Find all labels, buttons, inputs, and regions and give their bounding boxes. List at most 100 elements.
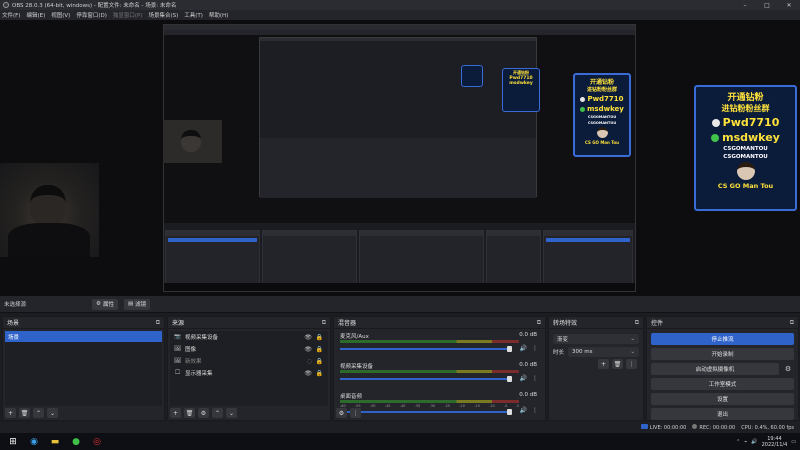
close-button[interactable]: ✕ — [778, 0, 800, 10]
add-transition-button[interactable]: + — [598, 359, 609, 369]
source-item[interactable]: 🖼 图像 👁 🔒 — [170, 343, 328, 355]
undock-icon[interactable]: ⧉ — [156, 319, 160, 327]
move-down-icon[interactable]: ⌄ — [47, 408, 58, 418]
more-icon[interactable]: ⋮ — [626, 359, 637, 369]
volume-icon[interactable]: 🔊 — [751, 439, 757, 445]
lock-icon[interactable]: 🔒 — [316, 346, 323, 353]
promo-wechat: msdwkey — [722, 131, 780, 144]
speaker-icon[interactable]: 🔊 — [520, 345, 527, 352]
audio-settings-icon[interactable]: ⚙ — [336, 408, 347, 418]
menu-view[interactable]: 视图(V) — [51, 11, 70, 19]
webcam-thumbnail — [163, 120, 222, 163]
menu-profile[interactable]: 独显窗口(P) — [113, 11, 143, 19]
menu-file[interactable]: 文件(F) — [2, 11, 20, 19]
window-controls: – □ ✕ — [734, 0, 800, 10]
obs-logo-icon — [3, 2, 9, 8]
promo-qq: Pwd7710 — [722, 116, 780, 129]
promo-card-tiny — [461, 65, 483, 87]
start-virtual-camera-button[interactable]: 启动虚拟摄像机 — [651, 363, 779, 375]
maximize-button[interactable]: □ — [756, 0, 778, 10]
lock-icon[interactable]: 🔒 — [316, 334, 323, 341]
file-explorer-icon[interactable]: ▬ — [47, 435, 63, 449]
move-up-icon[interactable]: ⌃ — [33, 408, 44, 418]
undock-icon[interactable]: ⧉ — [537, 319, 541, 327]
eye-icon[interactable]: 👁 — [304, 334, 312, 341]
edge-browser-icon[interactable]: ◉ — [26, 435, 42, 449]
remove-transition-icon[interactable]: 🗑 — [612, 359, 623, 369]
image-icon: 🖼 — [174, 358, 181, 364]
more-icon[interactable]: ⋮ — [350, 408, 361, 418]
undock-icon[interactable]: ⧉ — [635, 319, 639, 327]
nested-obs-window — [259, 37, 537, 198]
obs-taskbar-icon[interactable]: ◎ — [89, 435, 105, 449]
source-item[interactable]: 🖵 显示器采集 👁 🔒 — [170, 367, 328, 379]
mixer-title: 混音器 — [338, 320, 357, 327]
network-icon[interactable]: ⌁ — [744, 439, 747, 445]
promo-social-1: CSGOMANTOU — [723, 146, 768, 152]
audio-mixer-dock: 混音器 ⧉ 麦克风/Aux 0.0 dB 🔊 ⋮ 视频采集设备 0.0 dB 🔊 … — [333, 316, 546, 421]
monitor-icon: 🖵 — [174, 369, 181, 376]
volume-slider[interactable] — [340, 376, 512, 382]
eye-hidden-icon[interactable]: ◌ — [307, 358, 312, 365]
notification-icon[interactable]: ▭ — [791, 439, 796, 445]
promo-line1: 开通钻粉 — [727, 93, 764, 103]
system-clock[interactable]: 19:44 2022/11/4 — [762, 436, 788, 448]
move-up-icon[interactable]: ⌃ — [212, 408, 223, 418]
move-down-icon[interactable]: ⌄ — [226, 408, 237, 418]
mixer-channels: 麦克风/Aux 0.0 dB 🔊 ⋮ 视频采集设备 0.0 dB 🔊 ⋮ 桌面音… — [336, 331, 543, 415]
live-status: LIVE: 00:00:00 — [640, 424, 686, 431]
qq-icon — [711, 118, 720, 127]
scenes-title: 场景 — [7, 320, 20, 327]
promo-avatar — [736, 162, 755, 180]
speaker-icon[interactable]: 🔊 — [520, 375, 527, 382]
menu-tools[interactable]: 工具(T) — [184, 11, 203, 19]
volume-meter — [340, 370, 519, 373]
live-icon — [640, 424, 648, 429]
camera-icon: 📷 — [174, 334, 181, 340]
scene-item[interactable]: 场景 — [5, 331, 162, 342]
wechat-icon[interactable]: ● — [68, 435, 84, 449]
more-icon[interactable]: ⋮ — [532, 345, 538, 352]
duration-spinbox[interactable]: 300 ms ⌄ — [568, 347, 639, 357]
remove-scene-icon[interactable]: 🗑 — [19, 408, 30, 418]
source-item[interactable]: 📷 视频采集设备 👁 🔒 — [170, 331, 328, 343]
remove-source-icon[interactable]: 🗑 — [184, 408, 195, 418]
status-bar: LIVE: 00:00:00 REC: 00:00:00 CPU: 0.4%, … — [0, 422, 800, 433]
volume-slider[interactable] — [340, 346, 512, 352]
menu-help[interactable]: 帮助(H) — [209, 11, 228, 19]
menu-docks[interactable]: 停靠窗口(D) — [76, 11, 107, 19]
cpu-status: CPU: 0.4%, 60.00 fps — [741, 424, 794, 431]
undock-icon[interactable]: ⧉ — [790, 319, 794, 327]
lock-icon[interactable]: 🔒 — [316, 370, 323, 377]
undock-icon[interactable]: ⧉ — [322, 319, 326, 327]
add-scene-button[interactable]: + — [5, 408, 16, 418]
gear-icon: ⚙ — [96, 301, 101, 307]
minimize-button[interactable]: – — [734, 0, 756, 10]
stop-streaming-button[interactable]: 停止推流 — [651, 333, 794, 345]
settings-button[interactable]: 设置 — [651, 393, 794, 405]
add-source-button[interactable]: + — [170, 408, 181, 418]
gear-icon[interactable]: ⚙ — [782, 363, 794, 375]
menu-scene-collection[interactable]: 场景集合(S) — [148, 11, 178, 19]
windows-start-icon[interactable]: ⊞ — [5, 435, 21, 449]
studio-mode-button[interactable]: 工作室模式 — [651, 378, 794, 390]
tray-chevron-icon[interactable]: ⌃ — [736, 439, 740, 445]
source-properties-icon[interactable]: ⚙ — [198, 408, 209, 418]
promo-card-small: 开通钻粉 Pwd7710 msdwkey — [502, 68, 540, 112]
more-icon[interactable]: ⋮ — [532, 375, 538, 382]
preview-canvas[interactable]: 开通钻粉 Pwd7710 msdwkey 开通钻粉 进钻粉粉丝群 Pwd7710… — [0, 20, 800, 296]
exit-button[interactable]: 退出 — [651, 408, 794, 420]
menu-edit[interactable]: 编辑(E) — [26, 11, 45, 19]
sources-dock: 来源 ⧉ 📷 视频采集设备 👁 🔒 🖼 图像 👁 🔒 🖼 新效果 ◌ 🔒 🖵 显示器采集… — [167, 316, 331, 421]
properties-button[interactable]: ⚙ 属性 — [92, 298, 118, 310]
lock-icon[interactable]: 🔒 — [316, 358, 323, 365]
transition-type-select[interactable]: 渐变 ⌄ — [553, 334, 639, 344]
eye-icon[interactable]: 👁 — [304, 370, 312, 377]
image-icon: 🖼 — [174, 346, 181, 352]
source-item[interactable]: 🖼 新效果 ◌ 🔒 — [170, 355, 328, 367]
start-recording-button[interactable]: 开始录制 — [651, 348, 794, 360]
filters-button[interactable]: ▤ 滤镜 — [123, 298, 151, 310]
eye-icon[interactable]: 👁 — [304, 346, 312, 353]
duration-label: 时长 — [553, 350, 565, 356]
menu-bar: 文件(F) 编辑(E) 视图(V) 停靠窗口(D) 独显窗口(P) 场景集合(S… — [0, 10, 800, 20]
